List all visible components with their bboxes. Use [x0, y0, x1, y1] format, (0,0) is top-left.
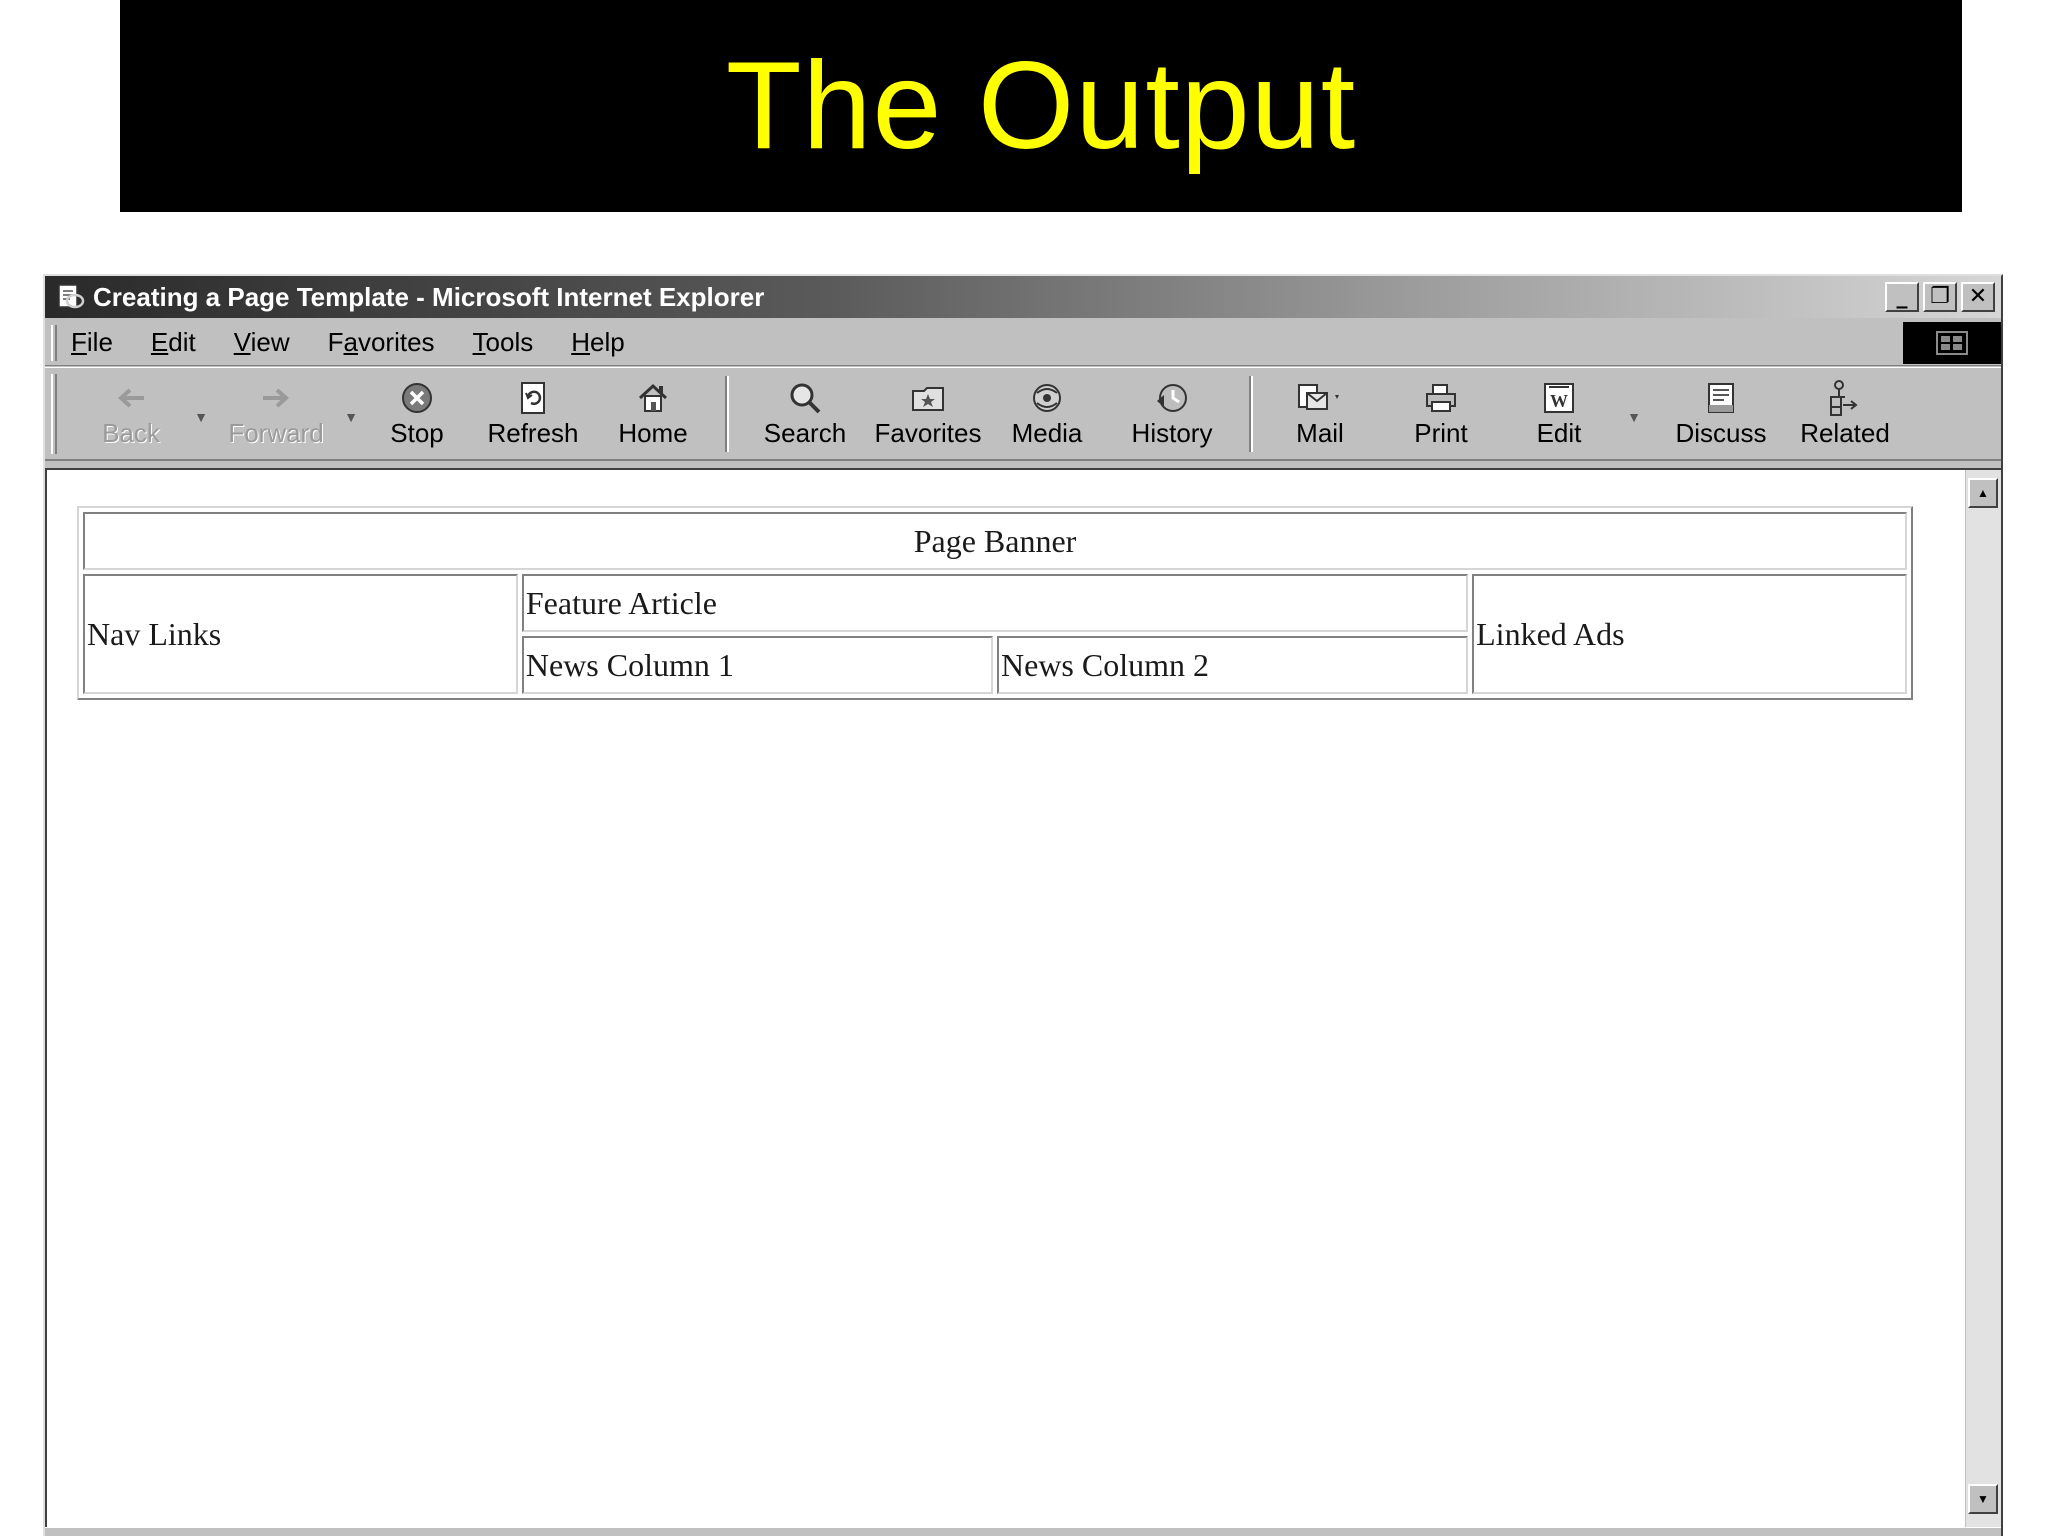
menu-file-post: ile [86, 327, 113, 357]
news-column-2-cell: News Column 2 [997, 636, 1469, 694]
minimize-button[interactable]: _ [1885, 282, 1919, 312]
stop-icon [400, 378, 434, 418]
nav-links-cell: Nav Links [83, 574, 518, 694]
menu-bar: File Edit View Favorites Tools Help [45, 320, 2001, 366]
home-button[interactable]: Home [593, 372, 713, 456]
menu-tools[interactable]: Tools [473, 327, 534, 358]
toolbar-separator [725, 375, 729, 452]
discuss-icon [1704, 378, 1738, 418]
table-row: Nav Links Feature Article Linked Ads [83, 574, 1907, 694]
forward-label: Forward [228, 418, 324, 448]
scroll-up-arrow-icon[interactable]: ▲ [1968, 478, 1998, 508]
forward-button[interactable]: Forward [211, 372, 341, 456]
browser-window: Creating a Page Template - Microsoft Int… [43, 274, 2003, 1536]
stop-label: Stop [390, 418, 444, 448]
history-label: History [1131, 418, 1213, 448]
feature-article-cell: Feature Article [521, 574, 1469, 632]
home-label: Home [618, 418, 688, 448]
arrow-left-icon [114, 378, 148, 418]
favorites-folder-icon [910, 378, 946, 418]
menu-help-post: elp [590, 327, 625, 357]
print-button[interactable]: Print [1375, 372, 1507, 456]
arrow-right-icon [259, 378, 293, 418]
menu-file[interactable]: File [71, 327, 113, 358]
news-column-1-cell: News Column 1 [521, 636, 993, 694]
ie-page-icon[interactable] [53, 281, 87, 313]
discuss-label: Discuss [1675, 418, 1767, 448]
title-bar[interactable]: Creating a Page Template - Microsoft Int… [45, 276, 2001, 318]
slide-title: The Output [120, 0, 1962, 212]
related-icon [1825, 378, 1865, 418]
windows-logo-throbber [1903, 322, 2001, 364]
vertical-scrollbar[interactable]: ▲ ▼ [1965, 470, 2001, 1536]
history-button[interactable]: History [1107, 372, 1237, 456]
page-banner-cell: Page Banner [83, 512, 1907, 570]
refresh-button[interactable]: Refresh [473, 372, 593, 456]
mail-label: Mail [1296, 418, 1344, 448]
status-bar [45, 1527, 2001, 1536]
scroll-down-arrow-icon[interactable]: ▼ [1968, 1484, 1998, 1514]
search-icon [787, 378, 823, 418]
discuss-button[interactable]: Discuss [1657, 372, 1785, 456]
media-icon [1029, 378, 1065, 418]
menu-help[interactable]: Help [571, 327, 624, 358]
menu-help-key: H [571, 327, 591, 357]
windows-logo-icon [1936, 331, 1968, 355]
menu-view-post: iew [250, 327, 290, 357]
menu-view[interactable]: View [234, 327, 290, 358]
slide-title-text: The Output [725, 37, 1357, 175]
print-label: Print [1414, 418, 1468, 448]
restore-button[interactable]: ❐ [1923, 282, 1957, 312]
window-title: Creating a Page Template - Microsoft Int… [93, 281, 765, 312]
search-button[interactable]: Search [741, 372, 869, 456]
history-icon [1154, 378, 1190, 418]
back-button[interactable]: Back [71, 372, 191, 456]
menu-edit[interactable]: Edit [151, 327, 196, 358]
table-row: Page Banner [83, 512, 1907, 570]
back-label: Back [102, 418, 160, 448]
window-controls: _ ❐ ✕ [1885, 282, 1995, 312]
related-button[interactable]: Related [1785, 372, 1905, 456]
edit-button[interactable]: W Edit [1507, 372, 1611, 456]
page-template-table: Page Banner Nav Links Feature Article Li… [77, 506, 1913, 700]
media-label: Media [1011, 418, 1083, 448]
toolbar-grip[interactable] [51, 373, 57, 454]
stop-button[interactable]: Stop [361, 372, 473, 456]
menu-edit-post: dit [168, 327, 196, 357]
menu-edit-key: E [150, 327, 169, 357]
menu-favorites-pre: F [327, 327, 344, 357]
menu-view-key: V [233, 327, 251, 357]
menu-file-key: F [71, 327, 87, 357]
close-button[interactable]: ✕ [1961, 282, 1995, 312]
linked-ads-cell: Linked Ads [1472, 574, 1907, 694]
menu-bar-grip[interactable] [51, 324, 57, 361]
menu-favorites[interactable]: Favorites [328, 327, 435, 358]
toolbar-separator-2 [1249, 375, 1253, 452]
favorites-button[interactable]: Favorites [869, 372, 987, 456]
svg-text:W: W [1550, 391, 1568, 411]
edit-dropdown-chevron-icon[interactable]: ▼ [1611, 403, 1657, 425]
word-edit-icon: W [1542, 378, 1576, 418]
mail-icon [1295, 378, 1345, 418]
menu-tools-key: T [472, 327, 486, 357]
mail-button[interactable]: Mail [1265, 372, 1375, 456]
page-viewport[interactable]: Page Banner Nav Links Feature Article Li… [45, 468, 2001, 1536]
menu-favorites-post: vorites [357, 327, 435, 357]
menu-tools-post: ools [485, 327, 534, 357]
refresh-icon [517, 378, 549, 418]
forward-dropdown-chevron-icon[interactable]: ▼ [341, 403, 361, 425]
refresh-label: Refresh [487, 418, 579, 448]
search-label: Search [763, 418, 847, 448]
menu-favorites-key: a [343, 327, 358, 357]
related-label: Related [1800, 418, 1890, 448]
edit-label: Edit [1536, 418, 1582, 448]
back-dropdown-chevron-icon[interactable]: ▼ [191, 403, 211, 425]
home-icon [636, 378, 670, 418]
media-button[interactable]: Media [987, 372, 1107, 456]
standard-toolbar: Back ▼ Forward ▼ Stop Refresh Home Searc… [45, 367, 2001, 461]
favorites-label: Favorites [874, 418, 982, 448]
printer-icon [1423, 378, 1459, 418]
